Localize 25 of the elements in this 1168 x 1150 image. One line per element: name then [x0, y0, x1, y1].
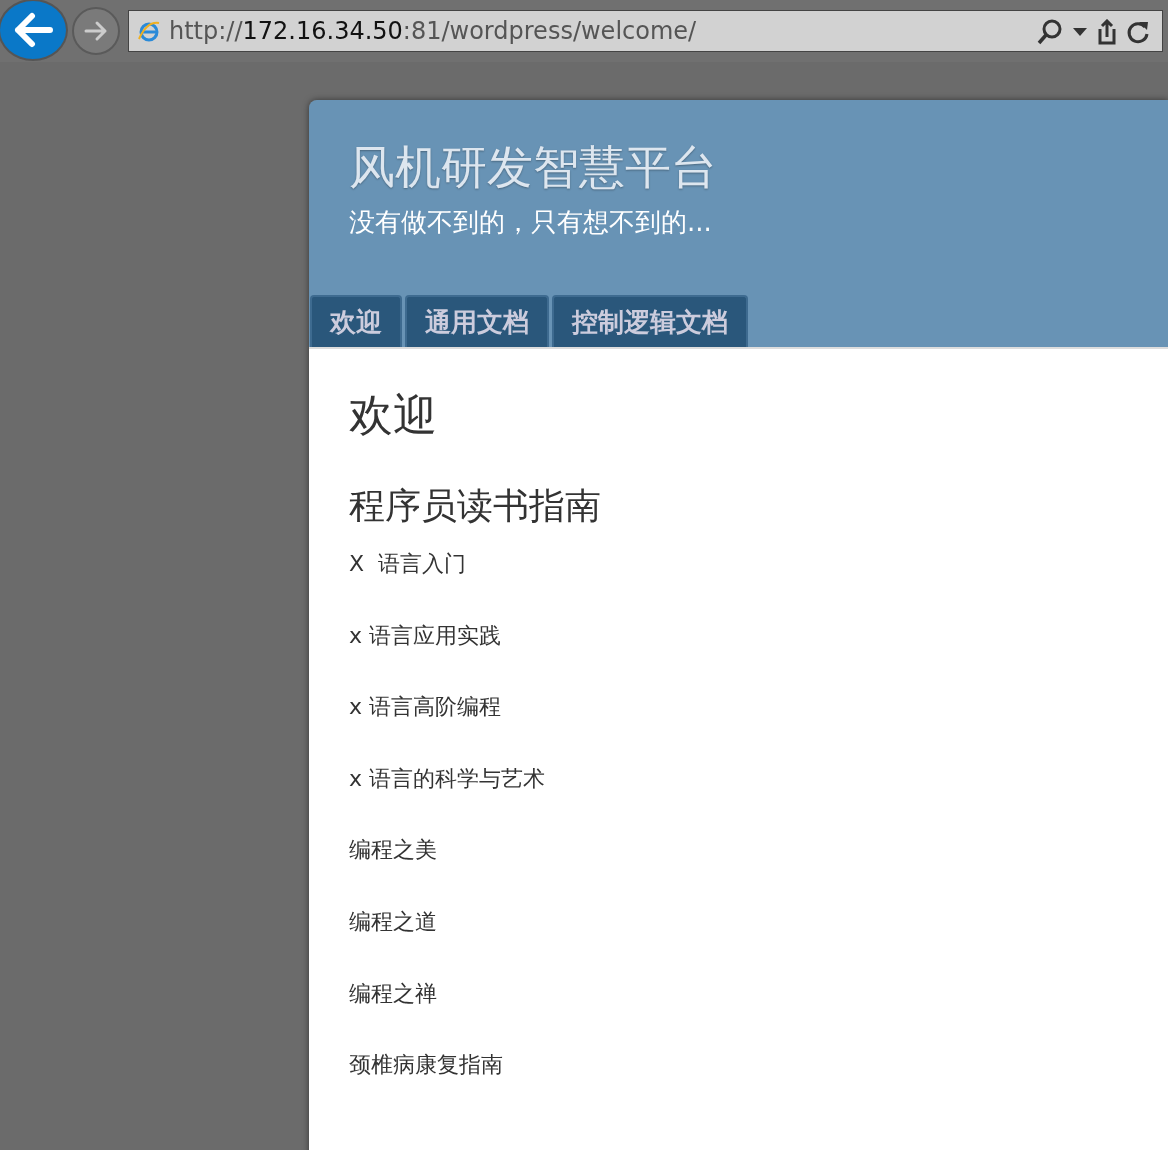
page-title: 欢迎: [349, 389, 438, 442]
search-icon: [1036, 18, 1064, 46]
back-arrow-icon: [12, 12, 54, 48]
browser-logo-icon: [137, 19, 161, 43]
forward-button[interactable]: [72, 7, 120, 55]
site-tagline: 没有做不到的，只有想不到的...: [349, 206, 713, 240]
address-field[interactable]: http://172.16.34.50:81/wordpress/welcome/: [128, 10, 1163, 52]
nav-tab[interactable]: 控制逻辑文档: [552, 295, 748, 347]
list-item: x 语言的科学与艺术: [349, 765, 545, 791]
list-item: 颈椎病康复指南: [349, 1052, 503, 1078]
list-item: x 语言应用实践: [349, 622, 501, 648]
site-title: 风机研发智慧平台: [349, 140, 718, 196]
nav-tab[interactable]: 欢迎: [310, 295, 402, 347]
list-item: x 语言高阶编程: [349, 694, 501, 720]
nav-tab[interactable]: 通用文档: [405, 295, 549, 347]
list-item: 编程之美: [349, 837, 437, 863]
section-title: 程序员读书指南: [349, 483, 602, 527]
list-item: X 语言入门: [349, 551, 467, 576]
back-button[interactable]: [0, 0, 68, 61]
refresh-icon: [1126, 19, 1150, 45]
forward-arrow-icon: [83, 20, 109, 42]
list-item: 编程之道: [349, 908, 437, 934]
share-icon: [1096, 19, 1118, 45]
list-item: 编程之禅: [349, 980, 437, 1006]
caret-icon: [1072, 27, 1088, 37]
